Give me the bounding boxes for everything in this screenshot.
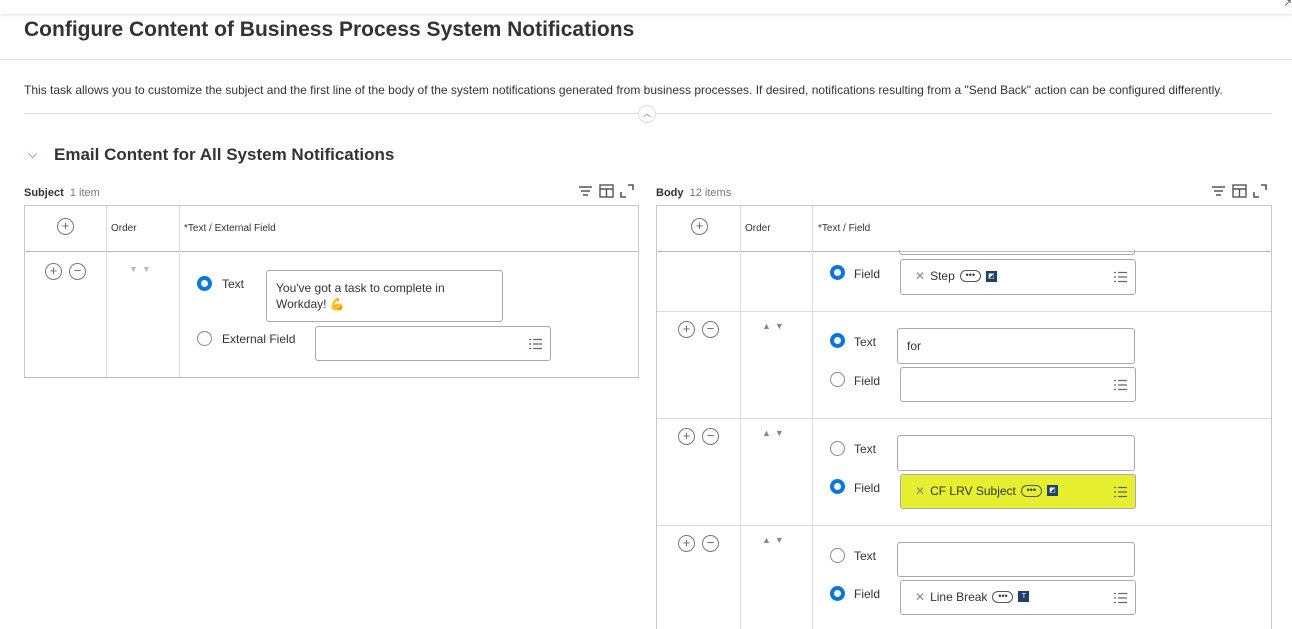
- field-radio-label: Field: [854, 374, 881, 388]
- text-field-header: *Text / Field: [818, 223, 871, 234]
- page-description: This task allows you to customize the su…: [24, 83, 1223, 97]
- list-prompt-icon[interactable]: [529, 338, 542, 350]
- related-actions-icon[interactable]: •••: [1020, 484, 1042, 497]
- top-bar: [0, 0, 1292, 14]
- section-chevron-icon[interactable]: ⌵: [28, 147, 37, 162]
- order-arrows-icon[interactable]: ▲▼: [762, 321, 788, 331]
- field-radio-label: Field: [854, 267, 881, 281]
- external-field-radio[interactable]: [197, 331, 212, 346]
- column-divider: [179, 206, 180, 377]
- add-row-icon[interactable]: +: [57, 218, 74, 235]
- body-field-prompt-highlighted[interactable]: ✕ CF LRV Subject ••• ◩: [900, 474, 1136, 509]
- body-field-prompt[interactable]: ✕ Step ••• ◩: [900, 259, 1136, 295]
- subject-grid-label: Subject 1 item: [24, 187, 100, 199]
- columns-icon[interactable]: [599, 184, 614, 198]
- column-divider: [106, 206, 107, 377]
- page-title: Configure Content of Business Process Sy…: [24, 18, 635, 41]
- body-text-input[interactable]: [897, 435, 1135, 471]
- instance-icon: ◩: [1046, 485, 1058, 496]
- remove-icon[interactable]: ✕: [915, 269, 925, 283]
- collapse-description-button[interactable]: ︿: [638, 105, 656, 123]
- add-row-icon[interactable]: +: [678, 321, 695, 338]
- text-radio[interactable]: [830, 333, 845, 348]
- divider: [0, 59, 1292, 60]
- instance-icon: ◩: [985, 270, 997, 282]
- order-header: Order: [111, 223, 137, 234]
- order-arrows-icon[interactable]: ▲▼: [762, 535, 788, 545]
- remove-row-icon[interactable]: −: [702, 321, 719, 338]
- subject-grid: + Order *Text / External Field + − ▼▼ Te…: [24, 205, 639, 378]
- add-row-icon[interactable]: +: [678, 535, 695, 552]
- related-actions-icon[interactable]: •••: [992, 590, 1014, 603]
- list-prompt-icon[interactable]: [1114, 379, 1127, 391]
- selected-field-pill: ✕ Step ••• ◩: [915, 269, 997, 283]
- order-arrows-icon[interactable]: ▲▼: [762, 428, 788, 438]
- field-radio[interactable]: [830, 372, 845, 387]
- order-arrows-icon: ▼▼: [129, 264, 155, 274]
- body-text-input[interactable]: for: [897, 328, 1135, 364]
- text-input-partial[interactable]: [899, 250, 1135, 255]
- section-title: Email Content for All System Notificatio…: [54, 145, 395, 164]
- list-prompt-icon[interactable]: [1114, 592, 1127, 604]
- remove-icon[interactable]: ✕: [915, 590, 925, 604]
- field-radio-label: Field: [854, 587, 881, 601]
- text-radio[interactable]: [830, 548, 845, 563]
- remove-row-icon[interactable]: −: [702, 535, 719, 552]
- body-grid: + Order *Text / Field Field ✕ Step ••• ◩ + …: [656, 205, 1272, 629]
- body-grid-tools: [1211, 184, 1267, 198]
- fullscreen-icon[interactable]: [620, 184, 634, 198]
- row-divider: [657, 418, 1271, 419]
- text-type-icon: T: [1018, 591, 1030, 602]
- add-row-icon[interactable]: +: [45, 263, 62, 280]
- remove-row-icon[interactable]: −: [69, 263, 86, 280]
- remove-row-icon[interactable]: −: [702, 428, 719, 445]
- add-row-icon[interactable]: +: [691, 218, 708, 235]
- list-prompt-icon[interactable]: [1114, 486, 1127, 498]
- selected-field-pill: ✕ CF LRV Subject ••• ◩: [915, 484, 1058, 498]
- row-divider: [657, 525, 1271, 526]
- text-radio-label: Text: [854, 335, 877, 349]
- field-radio[interactable]: [830, 265, 845, 280]
- text-field-header: *Text / External Field: [184, 223, 276, 234]
- text-radio-label: Text: [222, 277, 245, 291]
- body-count: 12 items: [689, 187, 732, 199]
- add-row-icon[interactable]: +: [678, 428, 695, 445]
- filter-icon[interactable]: [1211, 185, 1226, 198]
- text-radio[interactable]: [197, 276, 212, 291]
- external-field-radio-label: External Field: [222, 332, 296, 346]
- subject-text-input[interactable]: You've got a task to complete in Workday…: [266, 270, 503, 322]
- external-field-prompt[interactable]: [315, 326, 551, 361]
- field-radio[interactable]: [830, 586, 845, 601]
- columns-icon[interactable]: [1232, 184, 1247, 198]
- text-radio[interactable]: [830, 441, 845, 456]
- resize-corner-icon: ↗: [1283, 0, 1292, 9]
- body-grid-label: Body 12 items: [656, 187, 732, 199]
- text-radio-label: Text: [854, 549, 877, 563]
- row-divider: [657, 311, 1271, 312]
- list-prompt-icon[interactable]: [1114, 271, 1127, 283]
- text-radio-label: Text: [854, 442, 877, 456]
- order-header: Order: [745, 223, 771, 234]
- field-radio-label: Field: [854, 481, 881, 495]
- subject-count: 1 item: [69, 187, 100, 199]
- remove-icon[interactable]: ✕: [915, 484, 925, 498]
- subject-grid-tools: [578, 184, 634, 198]
- filter-icon[interactable]: [578, 185, 593, 198]
- selected-field-pill: ✕ Line Break ••• T: [915, 590, 1030, 604]
- fullscreen-icon[interactable]: [1253, 184, 1267, 198]
- related-actions-icon[interactable]: •••: [959, 270, 981, 282]
- body-field-prompt[interactable]: ✕ Line Break ••• T: [900, 580, 1136, 615]
- body-field-prompt[interactable]: [900, 367, 1136, 402]
- field-radio[interactable]: [830, 479, 845, 494]
- body-text-input[interactable]: [897, 542, 1135, 577]
